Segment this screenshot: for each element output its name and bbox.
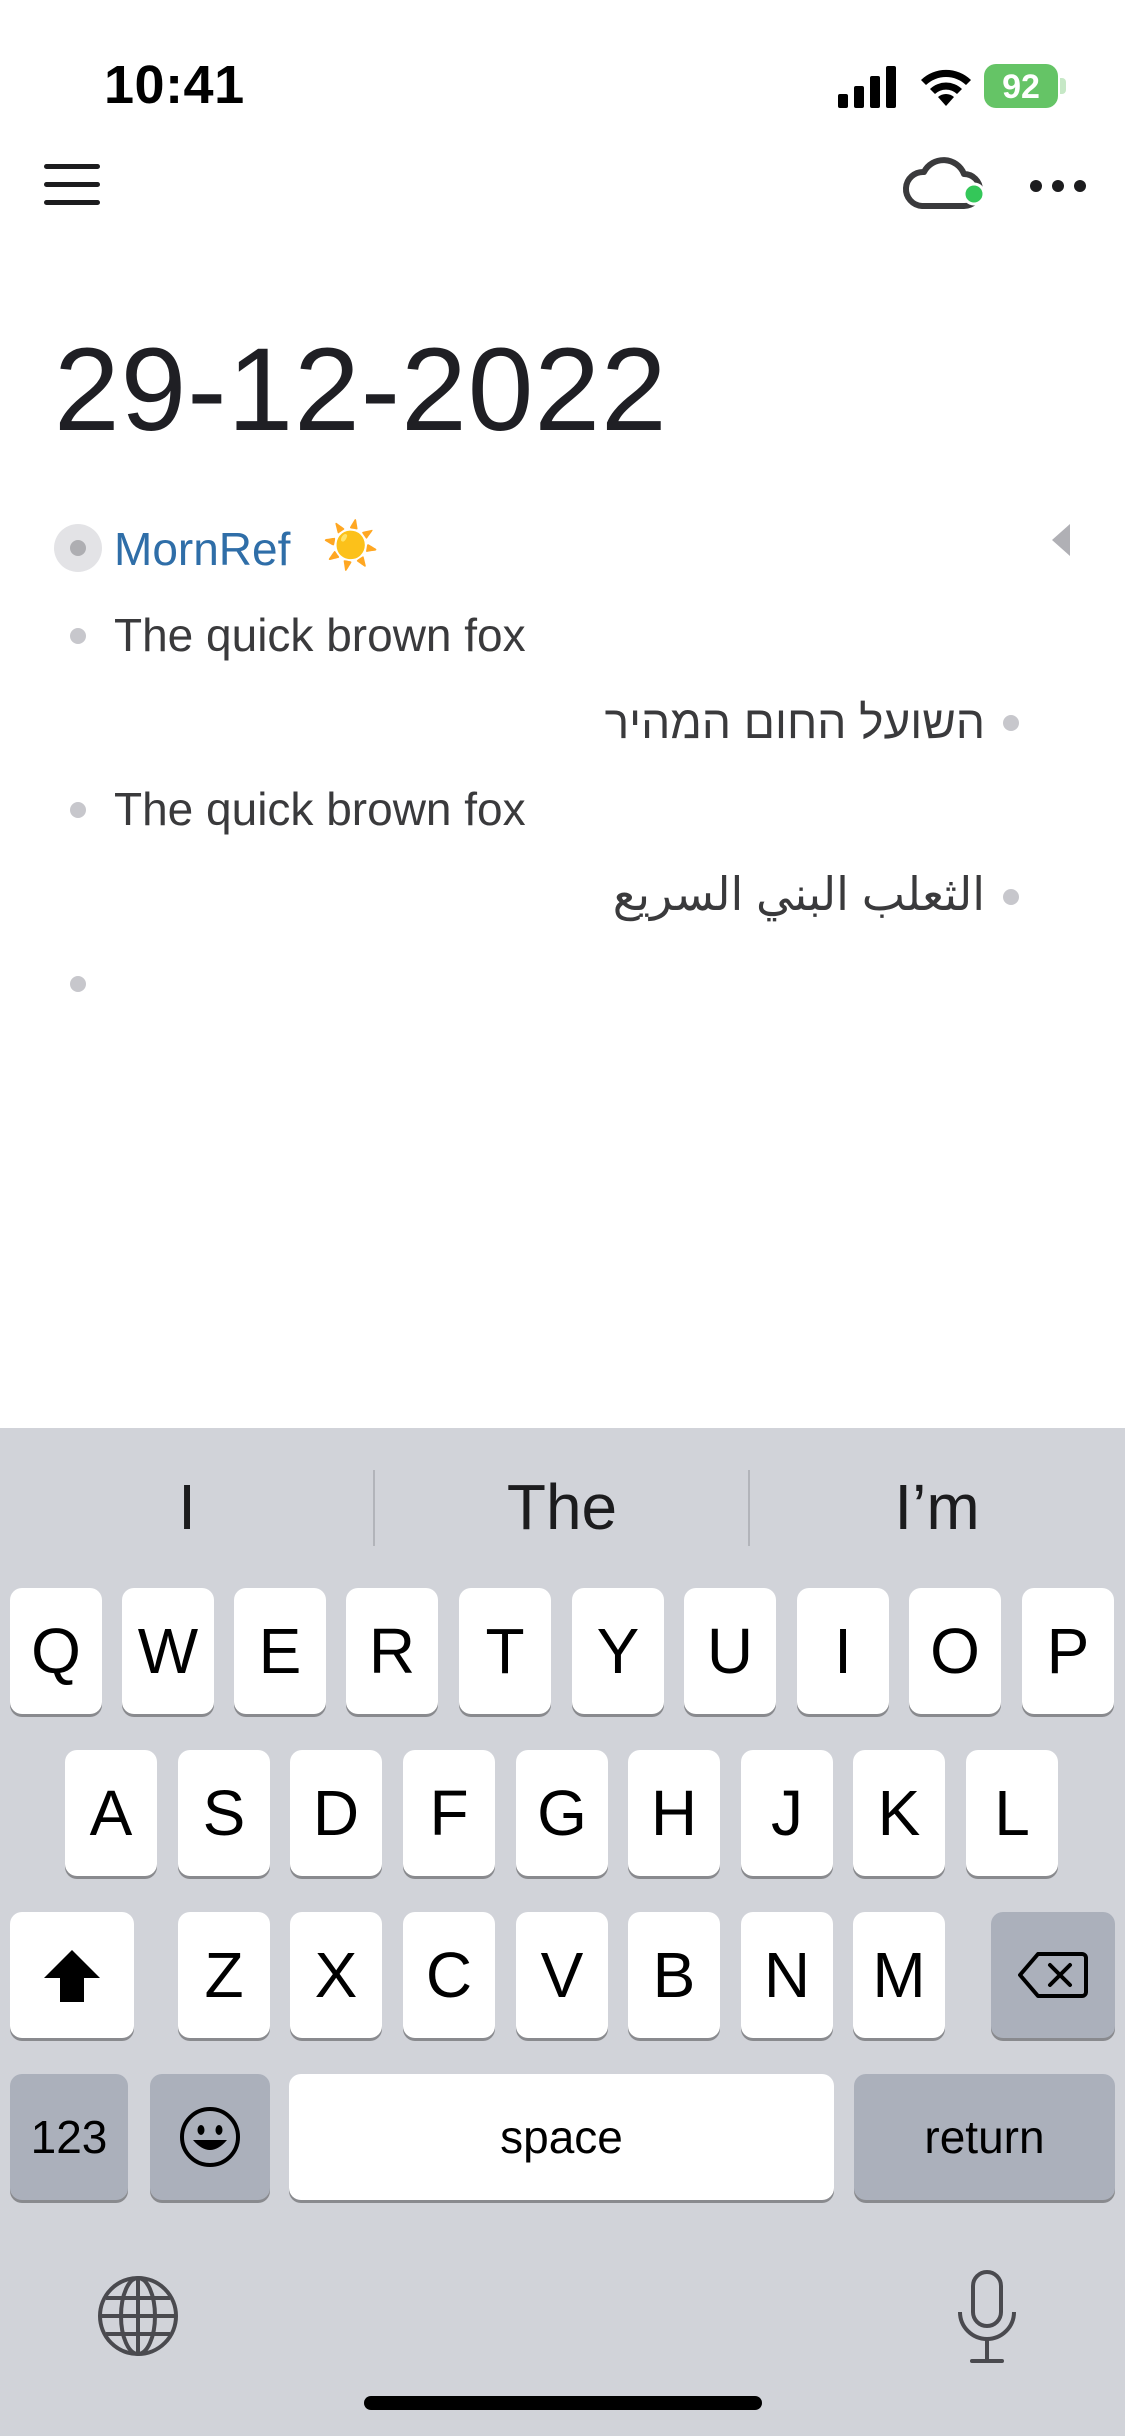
block-rtl[interactable]: השועל החום המהיר (0, 685, 1125, 765)
status-time: 10:41 (104, 55, 245, 115)
emoji-key[interactable] (150, 2074, 270, 2200)
microphone-icon[interactable] (950, 2268, 1024, 2366)
key-t[interactable]: T (459, 1588, 551, 1714)
home-indicator[interactable] (364, 2396, 762, 2410)
bullet-icon[interactable] (70, 628, 86, 644)
key-n[interactable]: N (741, 1912, 833, 2038)
hamburger-menu-icon[interactable] (40, 160, 104, 210)
return-key[interactable]: return (854, 2074, 1115, 2200)
key-b[interactable]: B (628, 1912, 720, 2038)
suggestion[interactable]: I’m (750, 1470, 1124, 1544)
sun-icon: ☀️ (322, 519, 380, 571)
page-reference-link[interactable]: MornRef (114, 522, 290, 576)
emoji-icon (180, 2107, 240, 2167)
block-text[interactable]: The quick brown fox (114, 782, 526, 836)
block[interactable]: The quick brown fox (0, 598, 1125, 678)
numbers-key[interactable]: 123 (10, 2074, 128, 2200)
key-j[interactable]: J (741, 1750, 833, 1876)
suggestion[interactable]: I (0, 1470, 374, 1544)
cellular-signal-icon (838, 66, 896, 108)
key-a[interactable]: A (65, 1750, 157, 1876)
suggestion[interactable]: The (375, 1470, 749, 1544)
key-x[interactable]: X (290, 1912, 382, 2038)
key-u[interactable]: U (684, 1588, 776, 1714)
key-z[interactable]: Z (178, 1912, 270, 2038)
key-h[interactable]: H (628, 1750, 720, 1876)
key-f[interactable]: F (403, 1750, 495, 1876)
shift-icon (44, 1950, 100, 2002)
wifi-icon (921, 69, 971, 106)
collapse-arrow-icon[interactable] (1052, 524, 1070, 556)
key-d[interactable]: D (290, 1750, 382, 1876)
predictive-bar: I The I’m (0, 1428, 1125, 1580)
bullet-icon[interactable] (1003, 715, 1019, 731)
key-o[interactable]: O (909, 1588, 1001, 1714)
key-i[interactable]: I (797, 1588, 889, 1714)
key-s[interactable]: S (178, 1750, 270, 1876)
block-page-reference[interactable]: MornRef ☀️ (0, 510, 1125, 590)
key-e[interactable]: E (234, 1588, 326, 1714)
sync-status-dot (962, 182, 986, 206)
key-y[interactable]: Y (572, 1588, 664, 1714)
backspace-key[interactable] (991, 1912, 1115, 2038)
key-k[interactable]: K (853, 1750, 945, 1876)
key-c[interactable]: C (403, 1912, 495, 2038)
space-key[interactable]: space (289, 2074, 834, 2200)
block-text[interactable]: השועל החום המהיר (605, 695, 985, 749)
block-empty-editing[interactable] (0, 946, 1125, 1026)
block[interactable]: The quick brown fox (0, 772, 1125, 852)
bullet-icon[interactable] (70, 976, 86, 992)
globe-icon[interactable] (96, 2274, 180, 2358)
block-text[interactable]: الثعلب البني السريع (613, 867, 985, 921)
battery-level: 92 (1002, 68, 1040, 106)
key-g[interactable]: G (516, 1750, 608, 1876)
page-title[interactable]: 29-12-2022 (54, 322, 668, 458)
backspace-icon (1018, 1952, 1088, 1998)
key-l[interactable]: L (966, 1750, 1058, 1876)
key-q[interactable]: Q (10, 1588, 102, 1714)
block-text[interactable]: The quick brown fox (114, 608, 526, 662)
cloud-icon[interactable] (900, 150, 990, 220)
bullet-collapsed-icon[interactable] (54, 524, 102, 572)
battery-icon: 92 (984, 64, 1068, 108)
ellipsis-icon[interactable] (1026, 168, 1090, 204)
bullet-icon[interactable] (70, 802, 86, 818)
block-rtl[interactable]: الثعلب البني السريع (0, 859, 1125, 939)
key-v[interactable]: V (516, 1912, 608, 2038)
shift-key[interactable] (10, 1912, 134, 2038)
key-m[interactable]: M (853, 1912, 945, 2038)
bullet-icon[interactable] (1003, 889, 1019, 905)
key-w[interactable]: W (122, 1588, 214, 1714)
status-bar: 10:41 92 (0, 0, 1125, 150)
key-p[interactable]: P (1022, 1588, 1114, 1714)
key-r[interactable]: R (346, 1588, 438, 1714)
